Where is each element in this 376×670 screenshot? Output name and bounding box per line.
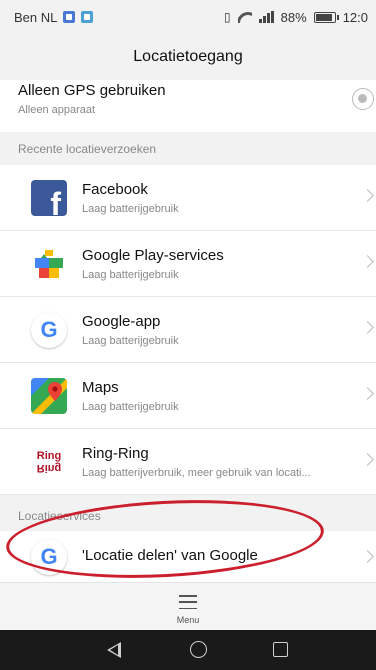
status-bar: Ben NL ▯ 88% 12:0 <box>0 0 376 34</box>
chevron-right-icon <box>361 189 374 202</box>
notification-icon <box>63 11 76 23</box>
app-name: 'Locatie delen' van Google <box>82 547 258 564</box>
menu-icon <box>179 595 197 609</box>
app-name: Ring-Ring <box>82 445 149 462</box>
title-bar: Locatietoegang <box>0 34 376 80</box>
list-item-location-sharing[interactable]: G 'Locatie delen' van Google <box>0 531 376 582</box>
puzzle-icon <box>31 246 67 282</box>
image-icon <box>81 11 94 23</box>
ring-logo-top: Ring <box>36 450 62 462</box>
gps-only-title: Alleen GPS gebruiken <box>18 82 166 99</box>
settings-list[interactable]: Alleen GPS gebruiken Alleen apparaat Rec… <box>0 80 376 582</box>
app-detail: Laag batterijgebruik <box>82 203 179 215</box>
app-detail: Laag batterijverbruik, meer gebruik van … <box>82 467 311 479</box>
app-detail: Laag batterijgebruik <box>82 269 179 281</box>
facebook-icon: f <box>31 180 67 216</box>
list-item-maps[interactable]: Maps Laag batterijgebruik <box>0 363 376 429</box>
gps-only-radio[interactable] <box>352 88 374 110</box>
chevron-right-icon <box>361 550 374 563</box>
battery-percent: 88% <box>280 9 307 25</box>
google-icon: G <box>31 539 67 575</box>
app-name: Facebook <box>82 181 148 198</box>
chevron-right-icon <box>361 453 374 466</box>
navigation-bar <box>0 630 376 670</box>
chevron-right-icon <box>361 321 374 334</box>
ring-ring-icon: Ring Ring <box>31 444 67 480</box>
section-services-header: Locatieservices <box>0 500 376 531</box>
app-detail: Laag batterijgebruik <box>82 335 179 347</box>
app-name: Google Play-services <box>82 247 224 264</box>
app-name: Google-app <box>82 313 161 330</box>
section-recent-title: Recente locatieverzoeken <box>18 141 157 156</box>
app-name: Maps <box>82 379 119 396</box>
gps-only-subtitle: Alleen apparaat <box>18 104 96 116</box>
clock: 12:0 <box>342 9 368 25</box>
page-title: Locatietoegang <box>133 48 243 65</box>
app-detail: Laag batterijgebruik <box>82 401 179 413</box>
signal-icon <box>258 11 274 23</box>
home-icon[interactable] <box>190 641 207 658</box>
back-icon[interactable] <box>107 642 121 658</box>
carrier-name: Ben NL <box>14 9 58 25</box>
list-item-facebook[interactable]: f Facebook Laag batterijgebruik <box>0 165 376 231</box>
menu-label: Menu <box>176 615 200 625</box>
chevron-right-icon <box>361 255 374 268</box>
section-services-title: Locatieservices <box>18 508 101 523</box>
list-item-google-play-services[interactable]: Google Play-services Laag batterijgebrui… <box>0 231 376 297</box>
status-left: Ben NL <box>14 9 94 25</box>
status-right: ▯ 88% 12:0 <box>224 10 368 25</box>
wifi-icon <box>238 12 252 23</box>
recent-apps-icon[interactable] <box>273 642 288 657</box>
ring-logo-bottom: Ring <box>36 462 62 474</box>
chevron-right-icon <box>361 387 374 400</box>
vibrate-icon: ▯ <box>224 10 231 24</box>
gps-only-option[interactable]: Alleen GPS gebruiken Alleen apparaat <box>0 80 376 132</box>
list-item-ring-ring[interactable]: Ring Ring Ring-Ring Laag batterijverbrui… <box>0 429 376 495</box>
battery-icon <box>313 11 339 23</box>
maps-icon <box>31 378 67 414</box>
google-icon: G <box>31 312 67 348</box>
menu-button[interactable]: Menu <box>0 582 376 630</box>
list-item-google-app[interactable]: G Google-app Laag batterijgebruik <box>0 297 376 363</box>
section-recent-header: Recente locatieverzoeken <box>0 132 376 165</box>
